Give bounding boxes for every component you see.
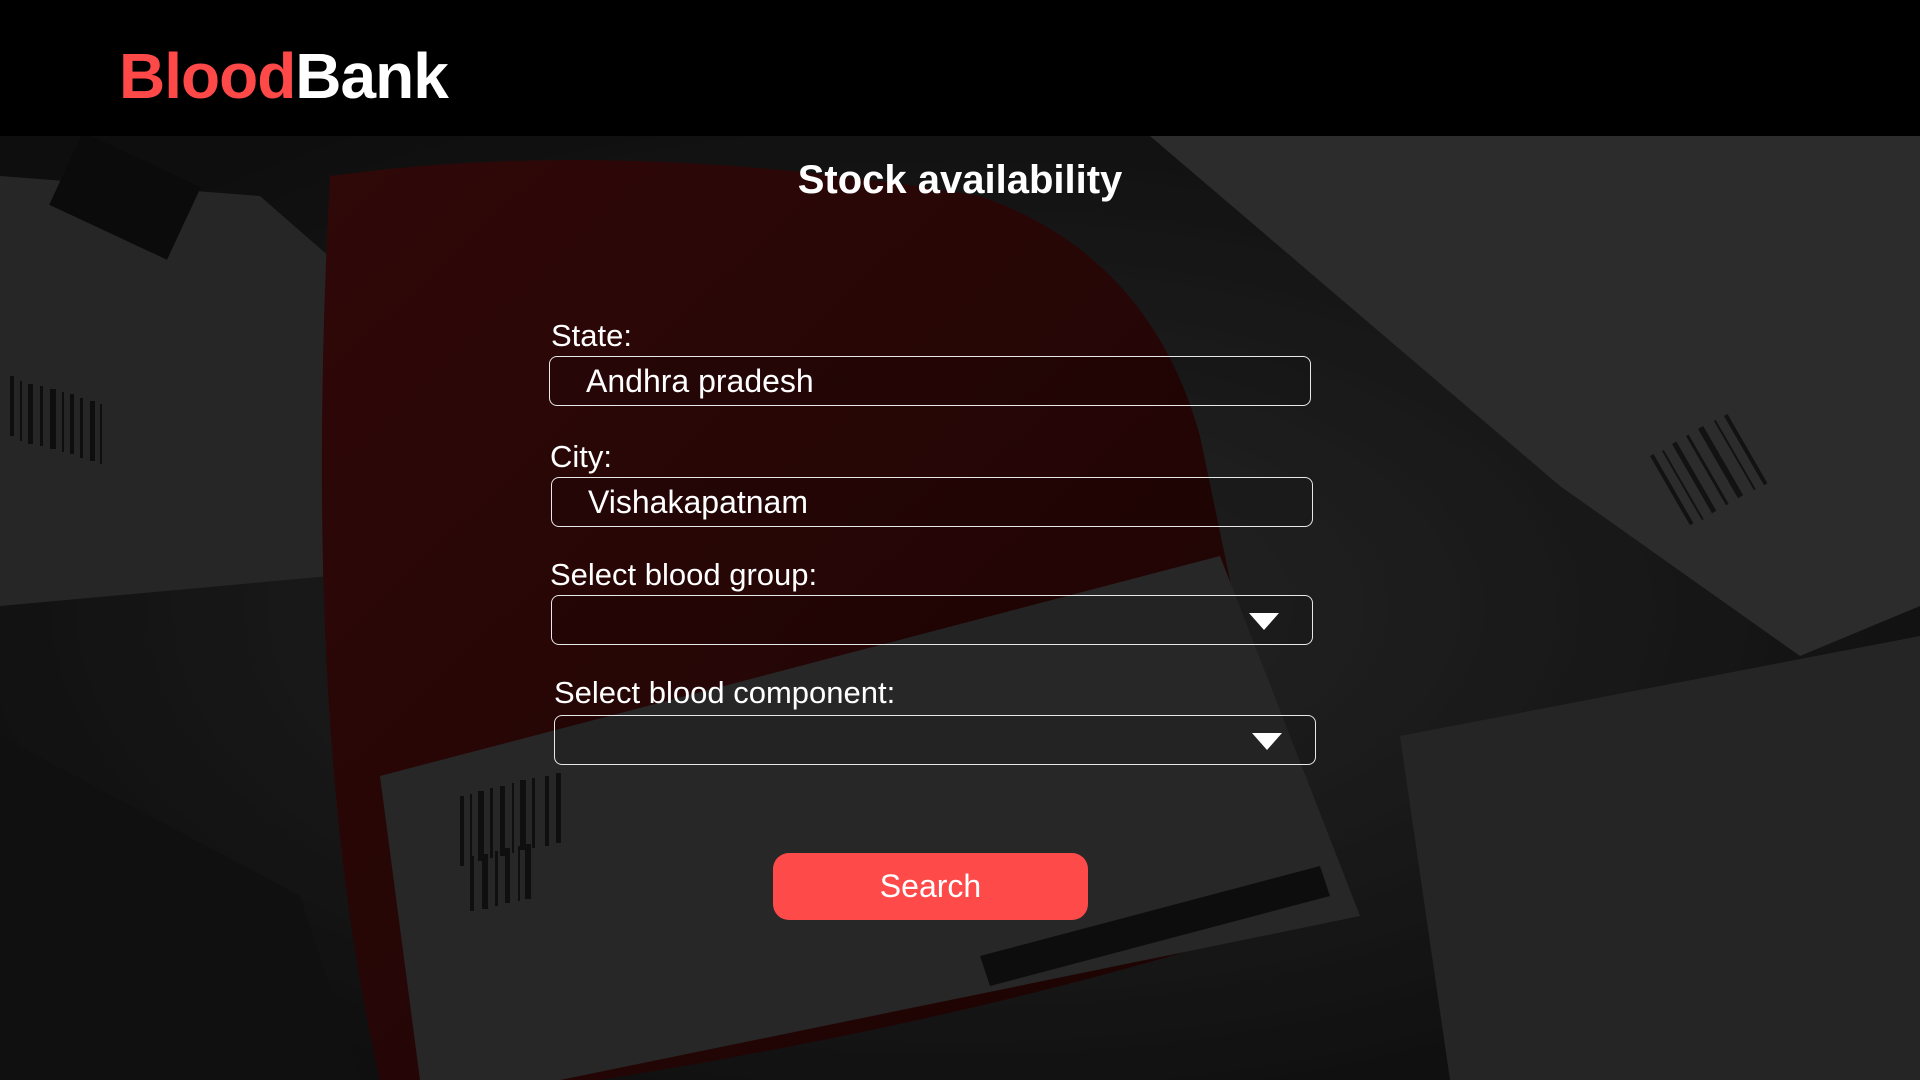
city-field[interactable]: Vishakapatnam: [551, 477, 1313, 527]
blood-component-label: Select blood component:: [554, 675, 896, 710]
header-bar: BloodBank: [0, 0, 1920, 136]
chevron-down-icon[interactable]: [1249, 613, 1279, 630]
search-button[interactable]: Search: [773, 853, 1088, 920]
city-field-value: Vishakapatnam: [588, 484, 808, 520]
logo-text-bank: Bank: [295, 40, 448, 112]
brand-logo[interactable]: BloodBank: [119, 38, 449, 114]
blood-group-select[interactable]: [551, 595, 1313, 645]
app-window: BloodBank Stock availability State: Andh…: [0, 0, 1920, 1080]
page-title: Stock availability: [797, 158, 1123, 202]
logo-text-blood: Blood: [119, 40, 296, 112]
chevron-down-icon[interactable]: [1252, 733, 1282, 750]
state-field-value: Andhra pradesh: [586, 363, 814, 399]
blood-component-select[interactable]: [554, 715, 1316, 765]
blood-group-label: Select blood group:: [550, 557, 818, 592]
state-field[interactable]: Andhra pradesh: [549, 356, 1311, 406]
city-label: City:: [550, 439, 612, 474]
state-label: State:: [551, 318, 632, 353]
